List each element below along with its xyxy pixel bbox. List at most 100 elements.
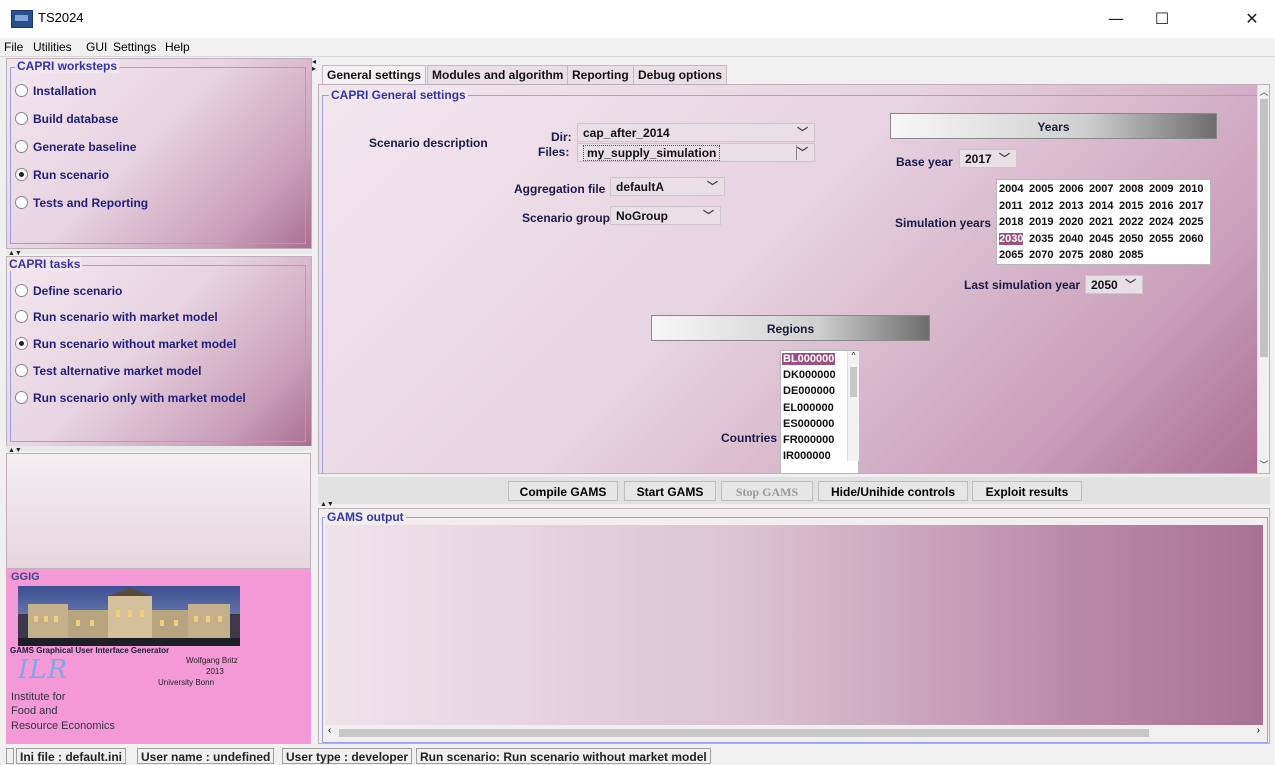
menu-utilities[interactable]: Utilities [33,40,72,54]
simulation-year-item[interactable]: 2019 [1029,216,1053,228]
menu-help[interactable]: Help [165,40,190,54]
workstep-tests-reporting[interactable]: Tests and Reporting [15,196,148,210]
simulation-year-item[interactable]: 2080 [1089,249,1113,261]
output-hscrollbar[interactable]: ‹ › [325,725,1263,739]
simulation-year-item[interactable]: 2011 [999,200,1023,212]
task-test-alt-market[interactable]: Test alternative market model [15,364,202,378]
radio-icon[interactable] [15,140,28,153]
simulation-year-item[interactable]: 2025 [1179,216,1203,228]
simulation-year-item[interactable]: 2004 [999,183,1023,195]
simulation-year-item[interactable]: 2017 [1179,200,1203,212]
radio-selected-icon[interactable] [15,337,28,350]
tab-general-settings[interactable]: General settings [322,65,427,84]
radio-icon[interactable] [15,310,28,323]
simulation-year-item[interactable]: 2009 [1149,183,1173,195]
radio-icon[interactable] [15,112,28,125]
country-item[interactable]: FR000000 [782,434,835,446]
simulation-year-item[interactable]: 2065 [999,249,1023,261]
base-year-select[interactable]: 2017 ﹀ [959,149,1017,168]
dir-select[interactable]: cap_after_2014 ﹀ [577,123,815,142]
task-run-with-market[interactable]: Run scenario with market model [15,310,218,324]
simulation-year-item[interactable]: 2005 [1029,183,1053,195]
workstep-installation[interactable]: Installation [15,84,96,98]
simulation-year-item[interactable]: 2012 [1029,200,1053,212]
simulation-year-item[interactable]: 2006 [1059,183,1083,195]
simulation-year-item[interactable]: 2085 [1119,249,1143,261]
logo-institute-3: Resource Economics [11,720,115,732]
countries-list[interactable]: ^ BL000000 DK000000 DE000000 EL000000 ES0000… [780,350,859,473]
countries-scrollbar[interactable]: ^ [847,351,859,461]
simulation-year-item[interactable]: 2050 [1119,233,1143,245]
minimize-button[interactable]: — [1093,4,1139,34]
task-define-scenario[interactable]: Define scenario [15,284,122,298]
title-bar: TS2024 — ☐ ✕ [0,0,1275,38]
files-select[interactable]: my_supply_simulation ﹀ [577,143,815,162]
tab-modules-algorithm[interactable]: Modules and algorithm [427,65,569,84]
simulation-year-item[interactable]: 2015 [1119,200,1143,212]
hide-unhide-button[interactable]: Hide/Unihide controls [818,481,968,501]
simulation-year-item[interactable]: 2035 [1029,233,1053,245]
simulation-year-item[interactable]: 2070 [1029,249,1053,261]
simulation-year-item[interactable]: 2010 [1179,183,1203,195]
country-item[interactable]: ES000000 [782,418,835,430]
radio-icon[interactable] [15,364,28,377]
simulation-year-item[interactable]: 2020 [1059,216,1083,228]
close-button[interactable]: ✕ [1229,4,1275,34]
simulation-year-item[interactable]: 2055 [1149,233,1173,245]
simulation-year-item[interactable]: 2040 [1059,233,1083,245]
simulation-year-item[interactable]: 2024 [1149,216,1173,228]
splitter-arrow-icon[interactable]: ◂ ▸ [312,58,316,73]
workstep-run-scenario[interactable]: Run scenario [15,168,109,182]
simulation-year-item[interactable]: 2075 [1059,249,1083,261]
simulation-year-item[interactable]: 2030 [999,232,1024,245]
radio-icon[interactable] [15,196,28,209]
simulation-years-list[interactable]: 2004 2005 2006 2007 2008 2009 2010 2011 2012 2013… [996,179,1211,265]
compile-gams-button[interactable]: Compile GAMS [508,481,618,501]
splitter[interactable] [6,446,312,451]
radio-icon[interactable] [15,284,28,297]
collapse-arrows-icon[interactable]: ▲▼ [320,501,334,508]
aggregation-file-select[interactable]: defaultA ﹀ [610,177,725,196]
simulation-year-item[interactable]: 2022 [1119,216,1143,228]
workstep-build-database[interactable]: Build database [15,112,118,126]
country-item[interactable]: IR000000 [782,450,832,462]
workstep-generate-baseline[interactable]: Generate baseline [15,140,136,154]
start-gams-button[interactable]: Start GAMS [624,481,716,501]
maximize-button[interactable]: ☐ [1139,4,1185,34]
country-item[interactable]: BL000000 [782,353,836,365]
gams-output-text[interactable] [325,525,1263,725]
last-sim-year-select[interactable]: 2050 ﹀ [1085,275,1143,294]
years-header: Years [890,113,1217,139]
status-ini-file: Ini file : default.ini [16,748,126,764]
splitter[interactable] [6,249,312,254]
simulation-year-item[interactable]: 2014 [1089,200,1113,212]
country-item[interactable]: DK000000 [782,369,837,381]
status-task: Run scenario: Run scenario without marke… [416,748,711,764]
radio-icon[interactable] [15,391,28,404]
simulation-year-item[interactable]: 2021 [1089,216,1113,228]
menu-gui[interactable]: GUI [86,40,107,54]
menu-settings[interactable]: Settings [113,40,156,54]
simulation-year-item[interactable]: 2045 [1089,233,1113,245]
radio-selected-icon[interactable] [15,168,28,181]
task-run-only-market[interactable]: Run scenario only with market model [15,391,246,405]
settings-scrollbar[interactable]: ︿ ﹀ [1257,85,1269,473]
scenario-group-select[interactable]: NoGroup ﹀ [610,206,721,225]
tab-debug-options[interactable]: Debug options [633,65,727,84]
stop-gams-button[interactable]: Stop GAMS [721,481,813,501]
country-item[interactable]: DE000000 [782,385,836,397]
window-title: TS2024 [38,10,84,25]
scrollbar-thumb[interactable] [1260,99,1268,357]
simulation-year-item[interactable]: 2018 [999,216,1023,228]
exploit-results-button[interactable]: Exploit results [972,481,1082,501]
simulation-year-item[interactable]: 2008 [1119,183,1143,195]
simulation-year-item[interactable]: 2013 [1059,200,1083,212]
simulation-year-item[interactable]: 2016 [1149,200,1173,212]
simulation-year-item[interactable]: 2007 [1089,183,1113,195]
simulation-year-item[interactable]: 2060 [1179,233,1203,245]
country-item[interactable]: EL000000 [782,402,835,414]
radio-icon[interactable] [15,84,28,97]
task-run-without-market[interactable]: Run scenario without market model [15,337,236,351]
tab-reporting[interactable]: Reporting [567,65,634,84]
menu-file[interactable]: File [4,40,23,54]
